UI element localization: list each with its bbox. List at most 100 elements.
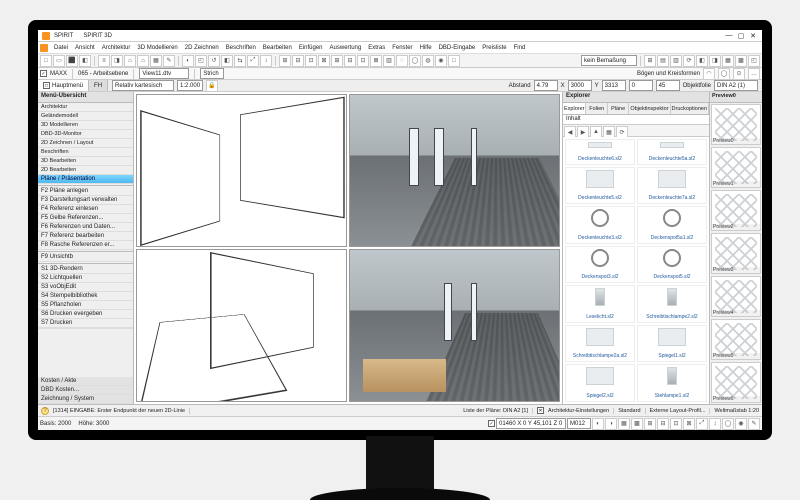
sidebar-cat-plaene[interactable]: Pläne / Präsentation bbox=[38, 175, 133, 184]
tool-icon[interactable]: ⊟ bbox=[344, 55, 356, 67]
sidebar-item[interactable]: S2 Lichtquellen bbox=[38, 274, 133, 283]
tool-icon[interactable]: ▥ bbox=[383, 55, 395, 67]
explorer-item[interactable]: Deckenleuchte3.sl2 bbox=[565, 206, 635, 244]
explorer-tab-explorer[interactable]: Explorer bbox=[563, 103, 586, 114]
app-menu-icon[interactable] bbox=[40, 44, 48, 52]
tool-icon[interactable]: ⬛ bbox=[66, 55, 78, 67]
tool-icon[interactable]: ◨ bbox=[111, 55, 123, 67]
sidebar-item[interactable]: S6 Drucken evergeben bbox=[38, 310, 133, 319]
sidebar-item[interactable]: F2 Pläne anlegen bbox=[38, 187, 133, 196]
layer-icon[interactable]: ◧ bbox=[696, 55, 708, 67]
ellipse-icon[interactable]: ◯ bbox=[718, 68, 730, 80]
layer-icon[interactable]: ▤ bbox=[657, 55, 669, 67]
angle1-field[interactable]: 0 bbox=[629, 80, 653, 91]
sidebar-cat-3d-bearbeiten[interactable]: 3D Bearbeiten bbox=[38, 157, 133, 166]
btool-icon[interactable]: ◉ bbox=[735, 418, 747, 430]
tool-icon[interactable]: ◧ bbox=[221, 55, 233, 67]
tool-icon[interactable]: ⤢ bbox=[247, 55, 259, 67]
linestyle-dropdown[interactable]: Strich bbox=[200, 68, 224, 79]
btool-icon[interactable]: ◐ bbox=[592, 418, 604, 430]
layer-icon[interactable]: ▦ bbox=[722, 55, 734, 67]
explorer-item[interactable]: Deckenleuchte5a.sl2 bbox=[637, 139, 707, 165]
preview-cell[interactable]: Preview1 bbox=[711, 147, 761, 188]
preview-cell[interactable]: Preview0 bbox=[711, 104, 761, 145]
explorer-tab-druck[interactable]: Druckoptionen bbox=[671, 103, 709, 114]
explorer-item[interactable]: Spiegel2.sl2 bbox=[565, 364, 635, 402]
tool-icon[interactable]: ◧ bbox=[79, 55, 91, 67]
btool-icon[interactable]: ⊟ bbox=[657, 418, 669, 430]
tool-icon[interactable]: ✎ bbox=[163, 55, 175, 67]
preview-cell[interactable]: Preview4 bbox=[711, 276, 761, 317]
tab-hauptmenue[interactable]: □ Hauptmenü bbox=[38, 80, 89, 91]
tab-fh[interactable]: FH bbox=[89, 80, 108, 91]
menu-find[interactable]: Find bbox=[511, 44, 529, 52]
lock-icon[interactable]: 🔒 bbox=[206, 80, 218, 92]
btool-icon[interactable]: ◑ bbox=[605, 418, 617, 430]
coord-mode-dropdown[interactable]: Relativ kartesisch bbox=[112, 80, 174, 91]
btool-icon[interactable]: ↕ bbox=[709, 418, 721, 430]
menu-architektur[interactable]: Architektur bbox=[99, 44, 134, 52]
btool-icon[interactable]: ⤢ bbox=[696, 418, 708, 430]
dimension-style-dropdown[interactable]: kein Bemaßung bbox=[581, 55, 637, 66]
sidebar-cat-2d-bearbeiten[interactable]: 2D Bearbeiten bbox=[38, 166, 133, 175]
viewport-render-1[interactable] bbox=[349, 94, 560, 247]
arch-settings-toggle[interactable]: ✕ bbox=[537, 407, 544, 414]
menu-bearbeiten[interactable]: Bearbeiten bbox=[260, 44, 295, 52]
menu-dbd-eingabe[interactable]: DBD-Eingabe bbox=[436, 44, 479, 52]
btool-icon[interactable]: ▩ bbox=[631, 418, 643, 430]
window-minimize[interactable]: — bbox=[724, 32, 734, 40]
tool-icon[interactable]: ◌ bbox=[396, 55, 408, 67]
scale-dropdown[interactable]: 1:2.000 bbox=[177, 80, 203, 91]
sidebar-item[interactable]: S3 voObjEdit bbox=[38, 283, 133, 292]
explorer-tab-plaene[interactable]: Pläne bbox=[608, 103, 629, 114]
tool-icon[interactable]: ⊡ bbox=[357, 55, 369, 67]
tool-icon[interactable]: ◰ bbox=[195, 55, 207, 67]
menu-hilfe[interactable]: Hilfe bbox=[417, 44, 435, 52]
tool-icon[interactable]: □ bbox=[448, 55, 460, 67]
layer-icon[interactable]: ⊞ bbox=[644, 55, 656, 67]
sidebar-item[interactable]: S5 Pflanzholen bbox=[38, 301, 133, 310]
objektfolie-dropdown[interactable]: DIN A2 (1) bbox=[714, 80, 758, 91]
btool-icon[interactable]: ◯ bbox=[722, 418, 734, 430]
tool-icon[interactable]: ◉ bbox=[435, 55, 447, 67]
tool-icon[interactable]: ⊟ bbox=[292, 55, 304, 67]
layer-icon[interactable]: ⟳ bbox=[683, 55, 695, 67]
sidebar-cat-architektur[interactable]: Architektur bbox=[38, 103, 133, 112]
maxx-checkbox[interactable]: ✓ bbox=[40, 70, 47, 77]
explorer-item[interactable]: Deckenleuchte6.sl2 bbox=[565, 139, 635, 165]
tool-icon[interactable]: ⌂ bbox=[137, 55, 149, 67]
y-field[interactable]: 3313 bbox=[602, 80, 626, 91]
more-curves-icon[interactable]: … bbox=[748, 68, 760, 80]
explorer-item[interactable]: Deckenspot5.sl2 bbox=[637, 246, 707, 284]
tool-icon[interactable]: ⊠ bbox=[370, 55, 382, 67]
tool-icon[interactable]: ⊠ bbox=[318, 55, 330, 67]
preview-cell[interactable]: Preview3 bbox=[711, 233, 761, 274]
sidebar-item[interactable]: F9 Unsichtb bbox=[38, 253, 133, 262]
menu-extras[interactable]: Extras bbox=[365, 44, 388, 52]
sidebar-bottom-dbd[interactable]: DBD Kosten... bbox=[38, 386, 133, 395]
sidebar-item[interactable]: S1 3D-Rendern bbox=[38, 265, 133, 274]
tool-icon[interactable]: ⊡ bbox=[305, 55, 317, 67]
sidebar-bottom-zeichnung[interactable]: Zeichnung / System bbox=[38, 395, 133, 404]
sidebar-item[interactable]: F4 Referenz einlesen bbox=[38, 205, 133, 214]
spiral-icon[interactable]: ⊙ bbox=[733, 68, 745, 80]
menu-auswertung[interactable]: Auswertung bbox=[327, 44, 365, 52]
sidebar-cat-gelaende[interactable]: Geländemodell bbox=[38, 112, 133, 121]
explorer-tab-objektinspektor[interactable]: Objektinspektor bbox=[629, 103, 670, 114]
explorer-item[interactable]: Spiegel1.sl2 bbox=[637, 325, 707, 363]
menu-einfuegen[interactable]: Einfügen bbox=[296, 44, 326, 52]
preview-cell[interactable]: Preview2 bbox=[711, 190, 761, 231]
sidebar-bottom-kosten[interactable]: Kosten / Akte bbox=[38, 377, 133, 386]
tool-icon[interactable]: ▭ bbox=[53, 55, 65, 67]
layer-icon[interactable]: ◰ bbox=[748, 55, 760, 67]
curve-icon[interactable]: ◠ bbox=[703, 68, 715, 80]
preview-cell[interactable]: Preview6 bbox=[711, 362, 761, 403]
explorer-item[interactable]: Deckenleuchte7a.sl2 bbox=[637, 167, 707, 205]
sidebar-item[interactable]: F6 Referenzen und Daten... bbox=[38, 223, 133, 232]
window-maximize[interactable]: ▢ bbox=[736, 32, 746, 40]
btool-icon[interactable]: ⊡ bbox=[670, 418, 682, 430]
sidebar-item[interactable]: F5 Gelbe Referenzen... bbox=[38, 214, 133, 223]
window-close[interactable]: ✕ bbox=[748, 32, 758, 40]
tool-icon[interactable]: ↺ bbox=[208, 55, 220, 67]
tool-icon[interactable]: ◍ bbox=[422, 55, 434, 67]
